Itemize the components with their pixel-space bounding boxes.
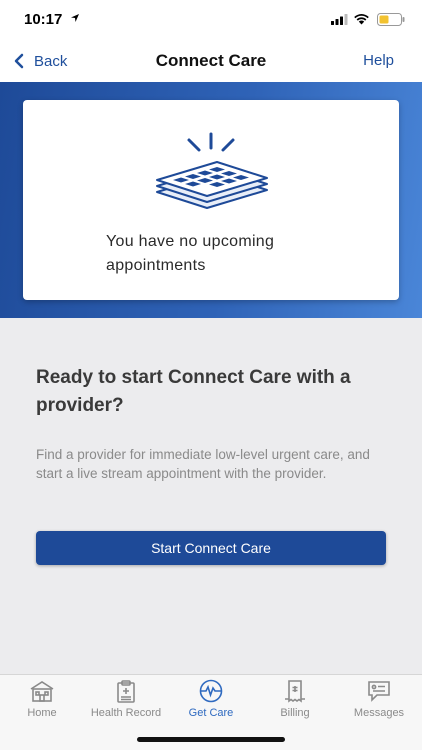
status-time: 10:17: [24, 11, 63, 28]
promo-heading: Ready to start Connect Care with a provi…: [36, 367, 351, 416]
start-connect-care-button[interactable]: Start Connect Care: [36, 531, 386, 565]
chat-icon: [368, 681, 390, 702]
help-link[interactable]: Help: [363, 52, 394, 69]
clipboard-icon: [117, 680, 135, 703]
status-bar: 10:17: [0, 0, 422, 40]
tab-label-messages: Messages: [353, 707, 405, 719]
tab-messages[interactable]: Messages: [337, 679, 421, 727]
battery-icon: [377, 13, 405, 26]
tab-health-record[interactable]: Health Record: [84, 679, 168, 727]
navigation-bar: Back Connect Care Help: [0, 40, 422, 82]
promo-description: Find a provider for immediate low-level …: [36, 447, 370, 481]
appointments-card: You have no upcoming appointments: [23, 100, 399, 300]
tab-label-get-care: Get Care: [188, 707, 234, 719]
tab-get-care[interactable]: Get Care: [169, 679, 253, 727]
wifi-icon: [354, 14, 369, 25]
no-appointments-message: You have no upcoming appointments: [106, 233, 275, 274]
pulse-icon: [199, 679, 223, 703]
tab-billing[interactable]: Billing: [253, 679, 337, 727]
home-icon: [30, 681, 54, 702]
calendar-icon: [156, 132, 268, 209]
tab-label-home: Home: [27, 707, 57, 719]
location-arrow-icon: [71, 14, 79, 22]
appointments-hero: You have no upcoming appointments: [0, 82, 422, 318]
page-title: Connect Care: [155, 51, 267, 70]
tab-label-billing: Billing: [280, 707, 310, 719]
tab-label-health-record: Health Record: [90, 707, 162, 719]
home-indicator[interactable]: [137, 737, 285, 742]
cellular-signal-icon: [331, 14, 348, 25]
main-content: Ready to start Connect Care with a provi…: [0, 318, 422, 674]
receipt-icon: [285, 680, 305, 703]
tab-home[interactable]: Home: [0, 679, 84, 727]
